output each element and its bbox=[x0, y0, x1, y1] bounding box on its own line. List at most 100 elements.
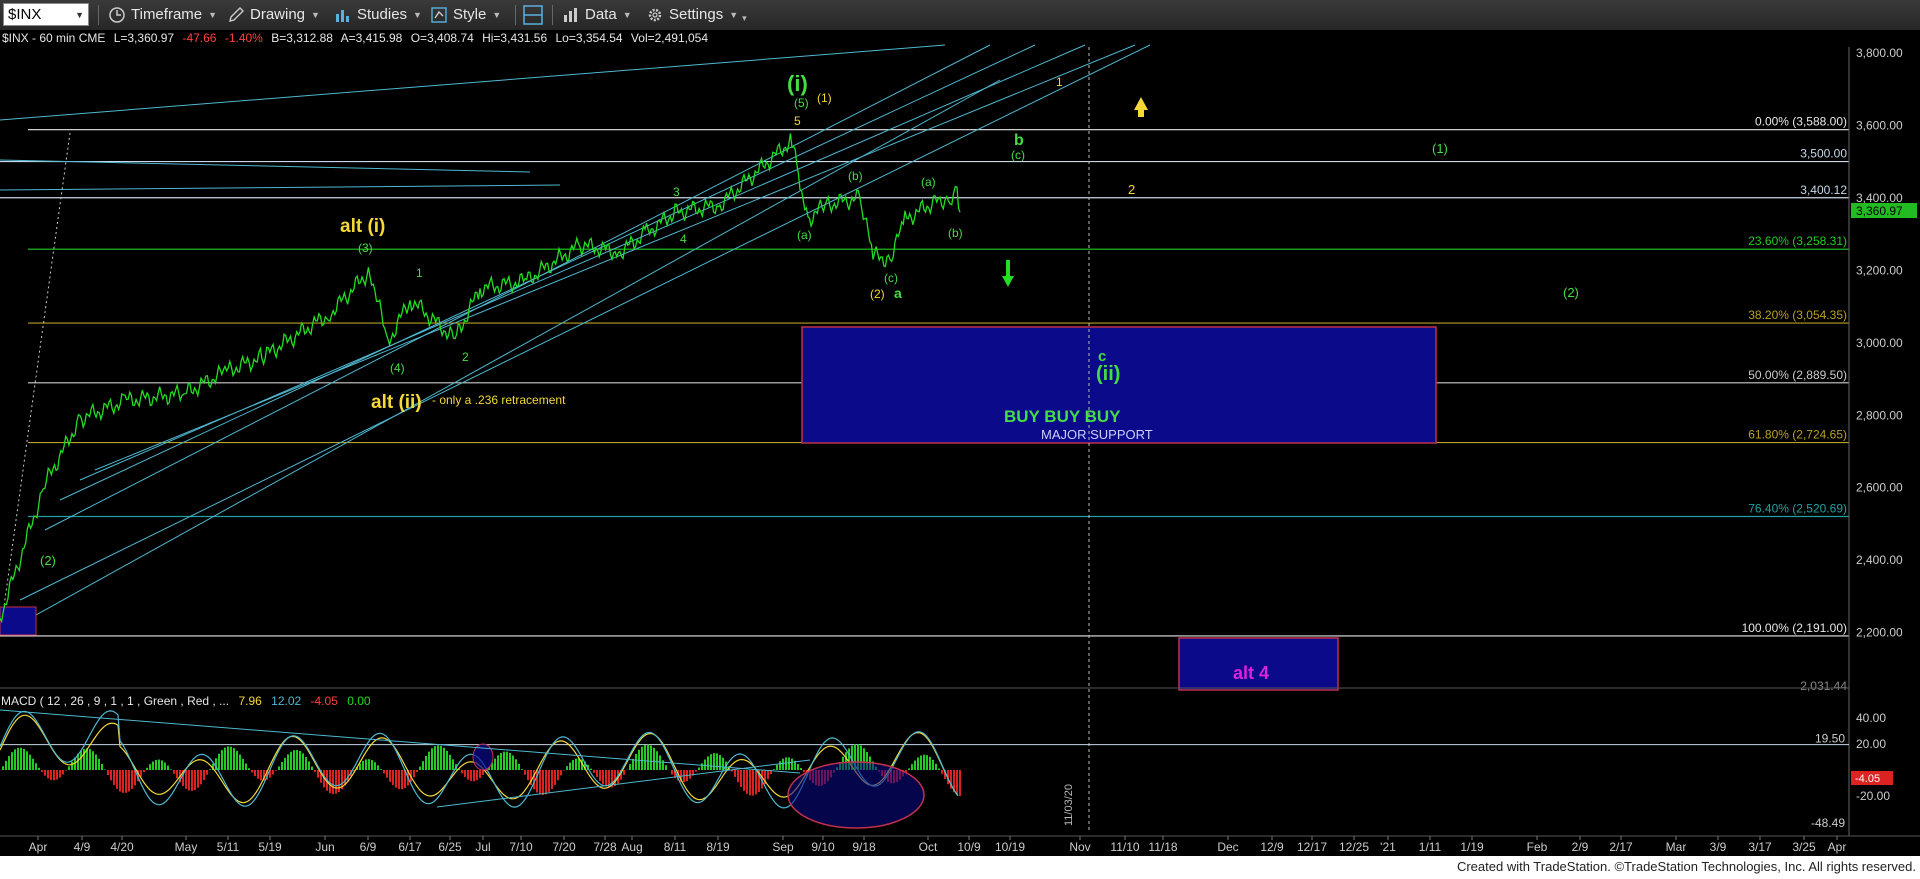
time-tick-label: Jun bbox=[315, 840, 334, 854]
macd-histogram-bar bbox=[719, 754, 721, 770]
macd-histogram-bar bbox=[431, 748, 433, 770]
macd-histogram-bar bbox=[596, 770, 598, 778]
chevron-down-icon: ▼ bbox=[208, 9, 218, 20]
macd-histogram-bar bbox=[923, 754, 925, 770]
macd-histogram-bar bbox=[932, 759, 934, 770]
settings-button[interactable]: Settings ▼ ▾ bbox=[646, 3, 747, 26]
macd-histogram-bar bbox=[62, 770, 64, 775]
data-button[interactable]: Data ▼ bbox=[562, 3, 632, 26]
macd-histogram-bar bbox=[209, 769, 211, 770]
macd-histogram-bar bbox=[122, 770, 124, 793]
macd-histogram-bar bbox=[479, 770, 481, 779]
macd-histogram-bar bbox=[221, 750, 223, 770]
macd-histogram-bar bbox=[773, 769, 775, 770]
macd-level-label: 19.50 bbox=[1815, 732, 1845, 746]
macd-histogram-bar bbox=[749, 770, 751, 796]
macd-histogram-bar bbox=[566, 766, 568, 770]
macd-histogram-bar bbox=[17, 747, 19, 770]
macd-histogram-bar bbox=[641, 746, 643, 770]
macd-histogram-bar bbox=[185, 770, 187, 789]
macd-histogram-bar bbox=[377, 765, 379, 770]
macd-histogram-bar bbox=[563, 770, 565, 771]
macd-histogram-bar bbox=[464, 770, 466, 777]
macd-histogram-bar bbox=[560, 770, 562, 776]
time-tick-label: 6/9 bbox=[360, 840, 377, 854]
wave-label: a bbox=[894, 285, 902, 301]
macd-histogram-bar bbox=[419, 766, 421, 770]
macd-histogram-bar bbox=[329, 770, 331, 794]
pencil-icon bbox=[229, 6, 244, 22]
quote-open: O=3,408.74 bbox=[411, 31, 474, 45]
macd-histogram-bar bbox=[911, 764, 913, 770]
macd-histogram-bar bbox=[512, 755, 514, 770]
macd-histogram-bar bbox=[785, 757, 787, 770]
drawing-label: Drawing bbox=[250, 6, 306, 23]
fib-level-label: 23.60% (3,258.31) bbox=[1748, 234, 1847, 248]
quote-low: Lo=3,354.54 bbox=[556, 31, 623, 45]
macd-histogram-bar bbox=[605, 770, 607, 787]
macd-histogram-bar bbox=[398, 770, 400, 790]
macd-histogram-bar bbox=[146, 767, 148, 770]
style-button[interactable]: Style ▼ bbox=[430, 3, 501, 26]
macd-histogram-bar bbox=[335, 770, 337, 794]
macd-histogram-bar bbox=[233, 748, 235, 770]
macd-histogram-bar bbox=[503, 751, 505, 770]
symbol-input[interactable]: $INX ▼ bbox=[3, 3, 89, 26]
layout-icon bbox=[523, 4, 543, 25]
wave-label: - only a .236 retracement bbox=[432, 393, 566, 407]
symbol-value: $INX bbox=[8, 6, 42, 23]
macd-histogram-bar bbox=[602, 770, 604, 785]
macd-histogram-bar bbox=[152, 761, 154, 770]
macd-histogram-bar bbox=[449, 754, 451, 770]
time-tick-label: Dec bbox=[1217, 840, 1238, 854]
macd-histogram-bar bbox=[197, 770, 199, 788]
macd-histogram-bar bbox=[689, 770, 691, 779]
macd-histogram-bar bbox=[722, 757, 724, 770]
macd-histogram-bar bbox=[776, 764, 778, 770]
macd-histogram-bar bbox=[746, 770, 748, 794]
macd-histogram-bar bbox=[14, 749, 16, 770]
macd-zero: 0.00 bbox=[347, 694, 371, 708]
drawing-button[interactable]: Drawing ▼ bbox=[227, 3, 320, 26]
macd-histogram-bar bbox=[248, 768, 250, 770]
chevron-down-icon: ▼ bbox=[75, 9, 84, 20]
timeframe-button[interactable]: Timeframe ▼ bbox=[108, 3, 217, 26]
macd-histogram-bar bbox=[293, 750, 295, 770]
toolbar: $INX ▼ Timeframe ▼ Drawing ▼ Studies ▼ S… bbox=[0, 0, 1920, 31]
studies-button[interactable]: Studies ▼ bbox=[334, 3, 422, 26]
toolbar-divider bbox=[552, 5, 553, 25]
macd-histogram-bar bbox=[740, 770, 742, 788]
macd-histogram-bar bbox=[161, 760, 163, 770]
macd-histogram-bar bbox=[476, 770, 478, 781]
wave-label: (3) bbox=[358, 241, 373, 255]
chevron-down-icon: ▼ bbox=[492, 9, 502, 20]
macd-histogram-bar bbox=[647, 744, 649, 770]
macd-diff: -4.05 bbox=[311, 694, 339, 708]
macd-histogram-bar bbox=[260, 770, 262, 781]
macd-histogram-bar bbox=[224, 747, 226, 770]
macd-histogram-bar bbox=[650, 745, 652, 770]
macd-histogram-bar bbox=[572, 759, 574, 770]
clock-icon bbox=[109, 6, 125, 23]
studies-label: Studies bbox=[357, 6, 408, 23]
macd-histogram-bar bbox=[551, 770, 553, 790]
macd-histogram-bar bbox=[788, 757, 790, 770]
chart-header: $INX - 60 min CME L=3,360.97 -47.66 -1.4… bbox=[2, 31, 708, 45]
time-tick-label: 3/17 bbox=[1748, 840, 1772, 854]
price-tick-label: 3,800.00 bbox=[1856, 46, 1903, 60]
copyright-text: Created with TradeStation. ©TradeStation… bbox=[1456, 859, 1916, 874]
macd-histogram-bar bbox=[671, 770, 673, 775]
time-tick-label: Feb bbox=[1527, 840, 1548, 854]
macd-histogram-bar bbox=[110, 770, 112, 781]
time-tick-label: 2/17 bbox=[1609, 840, 1633, 854]
macd-histogram-bar bbox=[797, 764, 799, 770]
time-tick-label: 2/9 bbox=[1572, 840, 1589, 854]
macd-histogram-bar bbox=[371, 760, 373, 770]
macd-histogram-bar bbox=[542, 770, 544, 796]
layout-button[interactable] bbox=[522, 3, 544, 26]
macd-histogram-bar bbox=[20, 747, 22, 770]
macd-params: MACD ( 12 , 26 , 9 , 1 , 1 , Green , Red… bbox=[1, 694, 229, 708]
price-chart[interactable]: 0.00% (3,588.00) 3,500.00 3,400.12 23.60% (… bbox=[0, 30, 1920, 856]
time-tick-label: 12/9 bbox=[1260, 840, 1284, 854]
macd-histogram-bar bbox=[176, 770, 178, 779]
